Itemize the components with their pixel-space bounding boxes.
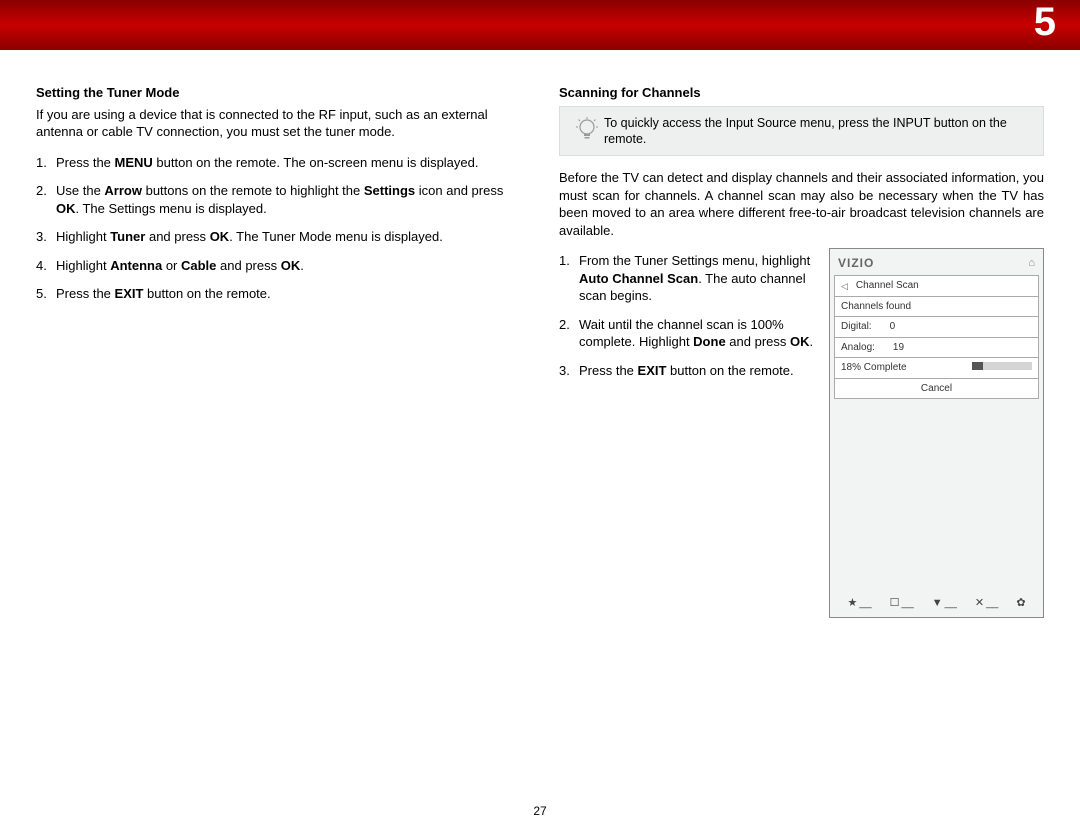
cc-icon: ☐__ [890,596,914,611]
osd-cancel-button: Cancel [834,379,1039,400]
progress-fill [972,362,983,370]
tip-box: To quickly access the Input Source menu,… [559,106,1044,157]
list-item: Use the Arrow buttons on the remote to h… [36,182,521,217]
chapter-header: 5 [0,0,1080,50]
left-column: Setting the Tuner Mode If you are using … [36,84,521,618]
list-item: Highlight Tuner and press OK. The Tuner … [36,228,521,246]
page-content: Setting the Tuner Mode If you are using … [0,50,1080,618]
tip-text: To quickly access the Input Source menu,… [604,115,1033,148]
section-heading-scan: Scanning for Channels [559,84,1044,102]
osd-panel: VIZIO ⌂ ◁ Channel Scan Channels found Di… [829,248,1044,618]
progress-bar [972,362,1032,370]
lightbulb-icon [570,115,604,148]
tuner-steps: Press the MENU button on the remote. The… [36,154,521,303]
osd-title-row: ◁ Channel Scan [834,275,1039,297]
osd-row-digital: Digital:0 [834,317,1039,338]
list-item: Wait until the channel scan is 100% comp… [559,316,824,351]
list-item: Press the EXIT button on the remote. [559,362,824,380]
chapter-number: 5 [1034,0,1056,45]
osd-title-text: Channel Scan [856,279,919,293]
osd-row-channels-found: Channels found [834,297,1039,318]
scan-steps: From the Tuner Settings menu, highlight … [559,252,824,379]
osd-screenshot: VIZIO ⌂ ◁ Channel Scan Channels found Di… [829,248,1044,618]
osd-row-progress: 18% Complete [834,358,1039,379]
list-item: From the Tuner Settings menu, highlight … [559,252,824,305]
gear-icon: ✿ [1016,596,1025,611]
x-icon: ✕__ [975,596,998,611]
star-icon: ★__ [847,596,871,611]
list-item: Press the EXIT button on the remote. [36,285,521,303]
right-column: Scanning for Channels To quickly access … [559,84,1044,618]
section-intro-tuner: If you are using a device that is connec… [36,106,521,141]
osd-row-analog: Analog:19 [834,338,1039,359]
list-item: Press the MENU button on the remote. The… [36,154,521,172]
back-icon: ◁ [841,280,848,292]
list-item: Highlight Antenna or Cable and press OK. [36,257,521,275]
home-icon: ⌂ [1028,256,1035,271]
osd-bottom-icons: ★__ ☐__ ▼__ ✕__ ✿ [830,596,1043,611]
section-heading-tuner: Setting the Tuner Mode [36,84,521,102]
section-intro-scan: Before the TV can detect and display cha… [559,169,1044,239]
vizio-logo: VIZIO [838,255,874,271]
v-icon: ▼__ [932,596,957,611]
page-number: 27 [0,804,1080,818]
